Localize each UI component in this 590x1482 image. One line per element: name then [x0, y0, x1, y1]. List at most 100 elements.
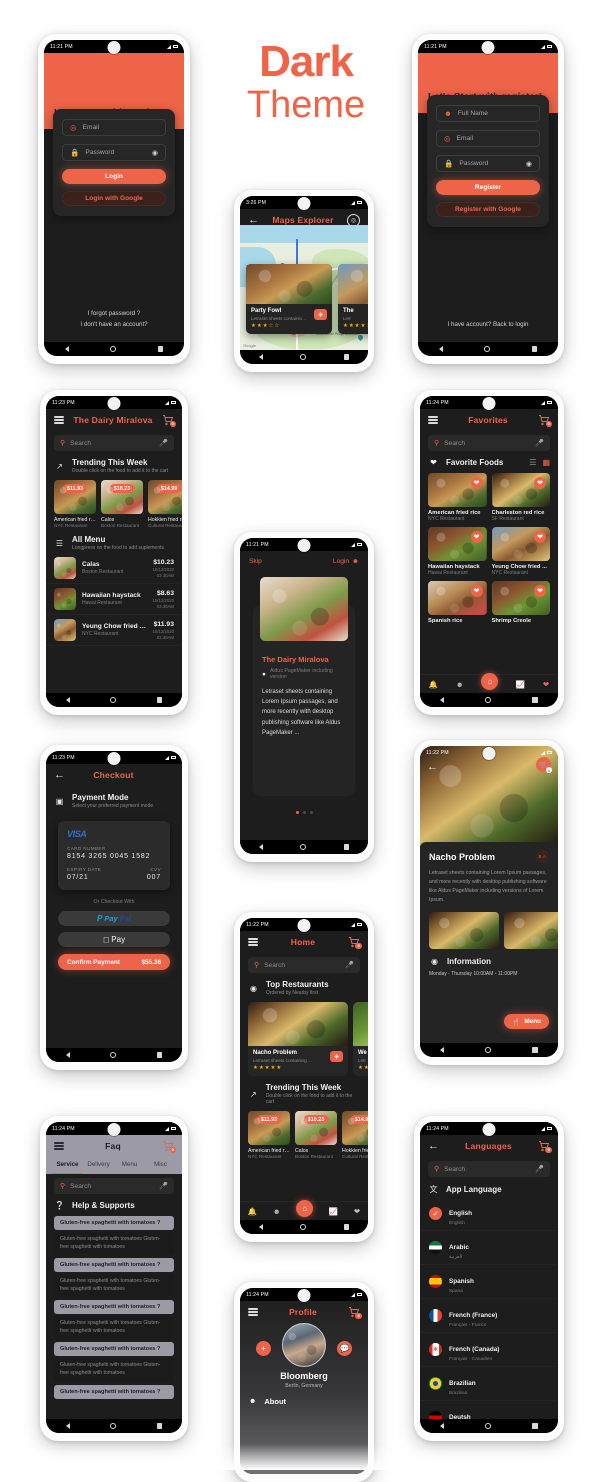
grid-view-icon[interactable]: ▦ — [542, 458, 550, 467]
applepay-button[interactable]:  Pay — [58, 932, 170, 947]
food-card[interactable]: $11.93 American fried rice NYC Restauran… — [54, 480, 96, 528]
cart-icon[interactable]: 0 — [538, 414, 552, 427]
map-place-card[interactable]: The Letr ★★★★☆ — [338, 264, 368, 334]
menu-button[interactable]: 🍴 Menu — [504, 1014, 549, 1029]
mic-icon[interactable]: 🎤 — [535, 1165, 544, 1173]
signup-link[interactable]: I don't have an account? — [44, 321, 184, 328]
menu-icon[interactable] — [54, 1141, 64, 1152]
search-input[interactable]: ⚲ Search 🎤 — [54, 1178, 174, 1194]
eye-icon[interactable]: ◉ — [152, 149, 158, 157]
eye-icon[interactable]: ◉ — [526, 160, 532, 168]
nav-recents-icon[interactable] — [156, 697, 162, 703]
confirm-payment-button[interactable]: Confirm Payment $55.36 — [58, 954, 170, 970]
list-item[interactable]: ✓ English English — [420, 1197, 558, 1231]
map-pin[interactable] — [356, 333, 365, 342]
nav-back-icon[interactable] — [438, 346, 443, 352]
login-button[interactable]: Login ☻ — [333, 558, 359, 565]
place-action-button[interactable]: ◈ — [314, 309, 327, 320]
add-friend-button[interactable]: + — [256, 1341, 271, 1356]
nav-home-icon[interactable] — [110, 1423, 117, 1429]
restaurant-card[interactable]: Nacho Problem Letraset sheets containing… — [248, 1002, 348, 1076]
nav-back-icon[interactable] — [66, 697, 71, 703]
nav-recents-icon[interactable] — [532, 1047, 538, 1053]
message-button[interactable]: 💬 — [337, 1341, 352, 1356]
detail-thumbnails[interactable] — [429, 912, 558, 950]
faq-question[interactable]: Gluten-free spaghetti with tomatoes ? — [54, 1216, 174, 1230]
list-item[interactable]: Brazilian Brazilian — [420, 1367, 558, 1401]
nav-back-icon[interactable] — [440, 1423, 445, 1429]
list-item[interactable]: ❤ Hawaiian haystack Hawai Restaurant — [428, 527, 487, 576]
back-icon[interactable]: ← — [428, 1140, 439, 1152]
password-field[interactable]: 🔒 Password ◉ — [62, 144, 166, 161]
favorites-grid[interactable]: ❤ American fried rice NYC Restaurant ❤ C… — [420, 469, 558, 624]
person-icon[interactable]: ☻ — [273, 1207, 281, 1216]
nav-recents-icon[interactable] — [343, 844, 350, 850]
mic-icon[interactable]: 🎤 — [159, 1182, 168, 1190]
bottom-nav[interactable]: 🔔 ☻ ⌂ 📈 ❤ — [420, 672, 558, 693]
cart-icon[interactable]: 0 — [348, 1306, 362, 1319]
mic-icon[interactable]: 🎤 — [535, 439, 544, 447]
home-fab-icon[interactable]: ⌂ — [296, 1199, 314, 1217]
nav-recents-icon[interactable] — [531, 346, 538, 352]
favorite-heart-icon[interactable]: ❤ — [470, 585, 483, 597]
favorite-heart-icon[interactable]: ❤ — [470, 477, 483, 489]
bottom-nav[interactable]: 🔔 ☻ ⌂ 📈 ❤ — [240, 1199, 368, 1220]
back-icon[interactable]: ← — [54, 769, 65, 781]
table-row[interactable]: Yeung Chow fried rice NYC Restaurant $11… — [46, 615, 182, 646]
nav-back-icon[interactable] — [258, 844, 263, 850]
favorite-heart-icon[interactable]: ❤ — [534, 585, 546, 597]
food-card[interactable]: $14.99 Hokkien fried rice Cultural Resta… — [148, 480, 182, 528]
person-icon[interactable]: ☻ — [456, 680, 464, 689]
nav-back-icon[interactable] — [440, 1047, 445, 1053]
nav-home-icon[interactable] — [110, 697, 117, 703]
menu-icon[interactable] — [248, 1307, 258, 1318]
nav-home-icon[interactable] — [110, 346, 117, 352]
credit-card[interactable]: VISA CARD NUMBER 8154 3265 0045 1582 EXP… — [58, 821, 170, 890]
about-section-header[interactable]: ☻ About — [249, 1397, 286, 1406]
nav-recents-icon[interactable] — [343, 1224, 350, 1230]
table-row[interactable]: Calas Boston Restaurant $10.23 10/12/202… — [46, 553, 182, 584]
search-input[interactable]: ⚲ Search 🎤 — [428, 1161, 550, 1177]
tab-delivery[interactable]: Delivery — [83, 1157, 114, 1174]
back-to-login-link[interactable]: I have account? Back to login — [418, 321, 558, 328]
login-google-button[interactable]: Login with Google — [62, 191, 166, 206]
nav-back-icon[interactable] — [66, 1423, 71, 1429]
list-item[interactable]: ❄ French (Canada) Français - Canadien — [420, 1333, 558, 1367]
nav-home-icon[interactable] — [300, 1224, 307, 1230]
cart-icon[interactable]: 🛒 0 — [536, 757, 552, 773]
dot[interactable] — [309, 811, 313, 814]
tab-misc[interactable]: Misc — [145, 1157, 176, 1174]
stats-icon[interactable]: 📈 — [516, 680, 525, 689]
dot[interactable] — [302, 811, 306, 814]
trending-list[interactable]: $11.93 American fried rice NYC Restauran… — [46, 476, 182, 528]
login-button[interactable]: Login — [62, 169, 166, 184]
page-dots[interactable] — [240, 811, 368, 814]
password-field[interactable]: 🔒 Password ◉ — [436, 155, 540, 172]
cart-icon[interactable]: 0 — [538, 1140, 552, 1153]
nav-back-icon[interactable] — [258, 1224, 263, 1230]
list-item[interactable]: French (France) Français - France — [420, 1299, 558, 1333]
list-item[interactable]: ❤ Yeung Chow fried ... NYC Restaurant — [491, 527, 550, 576]
cart-icon[interactable]: 0 — [162, 1140, 176, 1153]
trending-list[interactable]: $11.93 American fried rice NYC Restauran… — [240, 1107, 368, 1159]
dot-active[interactable] — [295, 811, 299, 814]
list-item[interactable]: ❤ Spanish rice — [428, 581, 487, 624]
favorite-heart-icon[interactable]: ❤ — [470, 531, 483, 543]
email-field[interactable]: ◎ Email — [436, 130, 540, 147]
thumbnail[interactable] — [504, 912, 558, 950]
bell-icon[interactable]: 🔔 — [429, 680, 438, 689]
email-field[interactable]: ◎ Email — [62, 119, 166, 136]
language-list[interactable]: ✓ English English Arabic العربية Spanish Sp… — [420, 1197, 558, 1419]
restaurant-card[interactable]: We Letr ★★★★ — [353, 1002, 368, 1076]
mic-icon[interactable]: 🎤 — [345, 961, 354, 969]
nav-recents-icon[interactable] — [532, 1423, 538, 1429]
skip-button[interactable]: Skip — [249, 558, 262, 565]
food-card[interactable]: $11.93 American fried rice NYC Restauran… — [248, 1111, 290, 1159]
add-to-cart-button[interactable]: ◈ — [330, 1051, 343, 1062]
search-input[interactable]: ⚲ Search 🎤 — [248, 957, 360, 973]
list-view-icon[interactable]: ☰ — [529, 458, 536, 467]
list-item[interactable]: ❤ Charleston red rice SF Restaurant — [491, 473, 550, 522]
menu-icon[interactable] — [428, 415, 438, 426]
menu-icon[interactable] — [248, 937, 258, 948]
list-item[interactable]: Spanish Spana — [420, 1265, 558, 1299]
